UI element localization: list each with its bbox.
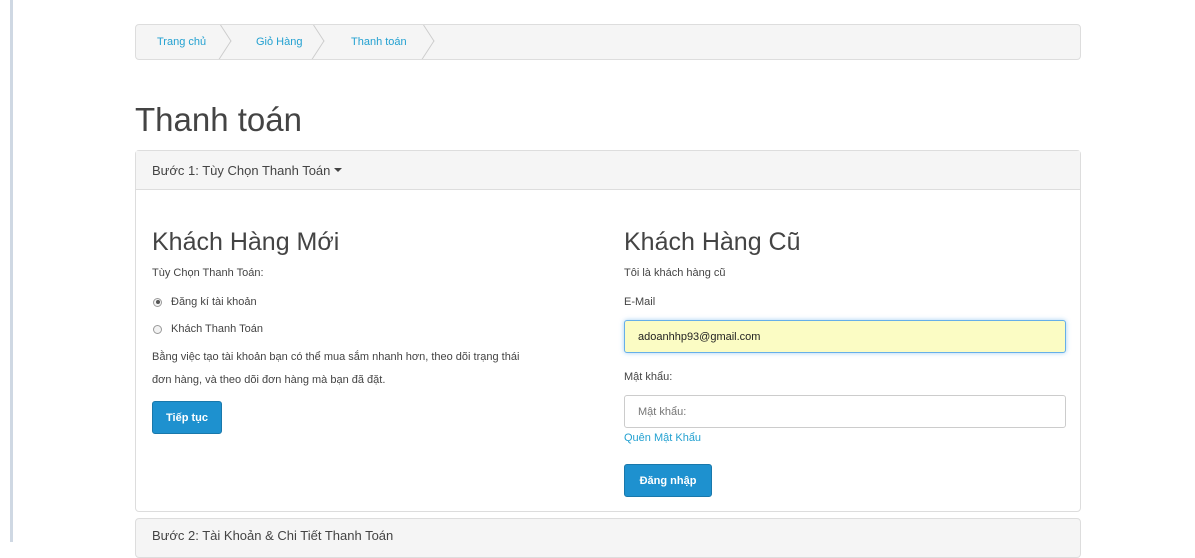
window-edge-bar xyxy=(10,0,13,542)
password-field[interactable] xyxy=(624,395,1066,428)
forgot-password-link[interactable]: Quên Mật Khẩu xyxy=(624,432,701,444)
step1-panel: Bước 1: Tùy Chọn Thanh Toán Khách Hàng M… xyxy=(135,150,1081,512)
option-register-label: Đăng kí tài khoản xyxy=(171,296,257,308)
breadcrumb-home[interactable]: Trang chủ xyxy=(136,25,232,59)
page-title: Thanh toán xyxy=(135,101,302,138)
new-customer-description-line1: Bằng việc tạo tài khoản bạn có thể mua s… xyxy=(152,351,520,363)
continue-button[interactable]: Tiếp tục xyxy=(152,401,222,434)
returning-customer-subtitle: Tôi là khách hàng cũ xyxy=(624,267,726,279)
step1-heading[interactable]: Bước 1: Tùy Chọn Thanh Toán xyxy=(136,151,1080,190)
returning-customer-title: Khách Hàng Cũ xyxy=(624,228,801,256)
option-register[interactable]: Đăng kí tài khoản xyxy=(153,296,257,308)
step2-panel[interactable]: Bước 2: Tài Khoản & Chi Tiết Thanh Toán xyxy=(135,518,1081,558)
new-customer-title: Khách Hàng Mới xyxy=(152,228,340,256)
email-field[interactable] xyxy=(624,320,1066,353)
option-guest-label: Khách Thanh Toán xyxy=(171,323,263,335)
radio-guest[interactable] xyxy=(153,324,162,334)
step2-heading: Bước 2: Tài Khoản & Chi Tiết Thanh Toán xyxy=(152,528,394,543)
radio-register[interactable] xyxy=(153,297,162,307)
new-customer-description-line2: đơn hàng, và theo dõi đơn hàng mà bạn đã… xyxy=(152,374,386,386)
radio-selected-dot-icon xyxy=(155,300,160,304)
option-guest[interactable]: Khách Thanh Toán xyxy=(153,323,263,335)
caret-down-icon xyxy=(334,168,343,172)
breadcrumb-cart[interactable]: Giỏ Hàng xyxy=(232,25,325,59)
breadcrumb: Trang chủ Giỏ Hàng Thanh toán xyxy=(135,24,1081,60)
password-label: Mật khẩu: xyxy=(624,371,673,383)
new-customer-subtitle: Tùy Chọn Thanh Toán: xyxy=(152,267,264,279)
breadcrumb-checkout[interactable]: Thanh toán xyxy=(325,25,435,59)
email-label: E-Mail xyxy=(624,296,656,308)
login-button[interactable]: Đăng nhập xyxy=(624,464,712,497)
step1-heading-label: Bước 1: Tùy Chọn Thanh Toán xyxy=(152,162,331,178)
